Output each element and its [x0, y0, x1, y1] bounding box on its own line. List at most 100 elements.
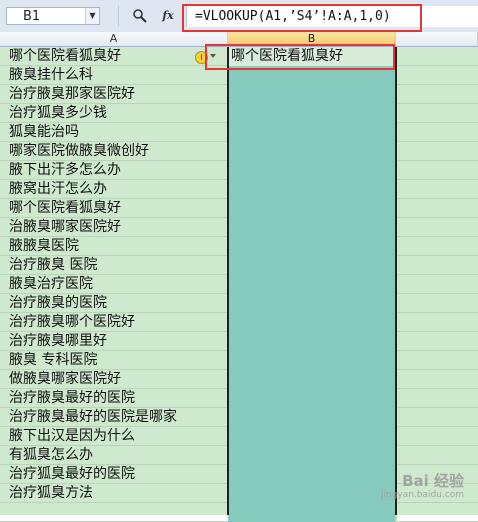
- cell-c[interactable]: [396, 503, 478, 522]
- cell-a[interactable]: 腋臭治疗医院: [0, 275, 228, 294]
- cell-b[interactable]: [228, 237, 396, 256]
- name-box-dropdown-icon[interactable]: ▼: [85, 8, 99, 24]
- cell-a[interactable]: 治腋臭哪家医院好: [0, 218, 228, 237]
- cell-a[interactable]: 治疗狐臭方法: [0, 484, 228, 503]
- cell-c[interactable]: [396, 199, 478, 218]
- cell-c[interactable]: [396, 104, 478, 123]
- cell-a[interactable]: [0, 503, 228, 522]
- formula-bar: B1 ▼ fx =VLOOKUP(A1,’S4’!A:A,1,0): [0, 0, 478, 33]
- cell-a[interactable]: 治疗腋臭最好的医院: [0, 389, 228, 408]
- cell-b[interactable]: [228, 351, 396, 370]
- cell-b[interactable]: [228, 427, 396, 446]
- cell-c[interactable]: [396, 256, 478, 275]
- cell-a[interactable]: 治疗腋臭 医院: [0, 256, 228, 275]
- cell-a[interactable]: 腋窝出汗怎么办: [0, 180, 228, 199]
- cell-a[interactable]: 治疗狐臭多少钱: [0, 104, 228, 123]
- cell-b[interactable]: [228, 66, 396, 85]
- cell-b[interactable]: [228, 256, 396, 275]
- cell-a[interactable]: 治疗腋臭的医院: [0, 294, 228, 313]
- cell-b[interactable]: [228, 408, 396, 427]
- cell-b[interactable]: [228, 85, 396, 104]
- cell-b[interactable]: [228, 161, 396, 180]
- cell-c[interactable]: [396, 237, 478, 256]
- cell-a[interactable]: 治疗腋臭哪个医院好: [0, 313, 228, 332]
- table-row: 治腋臭哪家医院好: [0, 218, 478, 237]
- worksheet-grid: 哪个医院看狐臭好 哪个医院看狐臭好 腋臭挂什么科 治疗腋臭那家医院好 治疗狐臭多少钱 狐臭…: [0, 47, 478, 522]
- cell-c[interactable]: [396, 332, 478, 351]
- insert-function-button[interactable]: fx: [160, 8, 176, 24]
- table-row: 哪个医院看狐臭好 哪个医院看狐臭好: [0, 47, 478, 66]
- name-box-value: B1: [23, 9, 41, 24]
- cell-c[interactable]: [396, 389, 478, 408]
- cell-c[interactable]: [396, 427, 478, 446]
- watermark: Bai 经验 jingyan.baidu.com: [381, 473, 464, 501]
- cell-b1-active[interactable]: 哪个医院看狐臭好: [228, 47, 396, 66]
- cell-b[interactable]: [228, 294, 396, 313]
- table-row: 腋腋臭医院: [0, 237, 478, 256]
- table-row: 治疗狐臭多少钱: [0, 104, 478, 123]
- cell-c[interactable]: [396, 446, 478, 465]
- table-row: 治疗腋臭哪里好: [0, 332, 478, 351]
- cell-b[interactable]: [228, 199, 396, 218]
- cell-b[interactable]: [228, 484, 396, 503]
- cell-b[interactable]: [228, 446, 396, 465]
- cell-a[interactable]: 哪个医院看狐臭好: [0, 199, 228, 218]
- column-header-c[interactable]: [396, 32, 478, 47]
- cell-a[interactable]: 做腋臭哪家医院好: [0, 370, 228, 389]
- cell-a[interactable]: 有狐臭怎么办: [0, 446, 228, 465]
- cell-a[interactable]: 治疗腋臭哪里好: [0, 332, 228, 351]
- cell-a[interactable]: 治疗腋臭最好的医院是哪家: [0, 408, 228, 427]
- formula-bar-divider: [118, 6, 119, 26]
- cell-a[interactable]: 腋腋臭医院: [0, 237, 228, 256]
- cell-c[interactable]: [396, 123, 478, 142]
- cell-c[interactable]: [396, 66, 478, 85]
- cell-c[interactable]: [396, 47, 478, 66]
- cell-a[interactable]: 腋下出汉是因为什么: [0, 427, 228, 446]
- cell-a[interactable]: 腋臭 专科医院: [0, 351, 228, 370]
- cell-a[interactable]: 腋臭挂什么科: [0, 66, 228, 85]
- cell-c[interactable]: [396, 180, 478, 199]
- cell-c[interactable]: [396, 370, 478, 389]
- cell-b[interactable]: [228, 123, 396, 142]
- cell-c[interactable]: [396, 161, 478, 180]
- cell-b[interactable]: [228, 332, 396, 351]
- name-box[interactable]: B1 ▼: [6, 7, 100, 25]
- cell-a[interactable]: 哪家医院做腋臭微创好: [0, 142, 228, 161]
- cell-c[interactable]: [396, 85, 478, 104]
- cell-c[interactable]: [396, 142, 478, 161]
- cell-b[interactable]: [228, 142, 396, 161]
- cell-c[interactable]: [396, 351, 478, 370]
- cell-b[interactable]: [228, 389, 396, 408]
- cell-c[interactable]: [396, 218, 478, 237]
- cell-c[interactable]: [396, 275, 478, 294]
- zoom-icon[interactable]: [132, 8, 148, 24]
- cell-b[interactable]: [228, 218, 396, 237]
- cell-c[interactable]: [396, 313, 478, 332]
- cell-a[interactable]: 哪个医院看狐臭好: [0, 47, 228, 66]
- error-indicator-icon: [195, 51, 208, 64]
- cell-b[interactable]: [228, 313, 396, 332]
- table-row: 狐臭能治吗: [0, 123, 478, 142]
- cell-a[interactable]: 腋下出汗多怎么办: [0, 161, 228, 180]
- smart-tag-icon[interactable]: [195, 51, 219, 64]
- column-header-b[interactable]: B: [228, 32, 396, 47]
- cell-b[interactable]: [228, 370, 396, 389]
- cell-b[interactable]: [228, 465, 396, 484]
- cell-c[interactable]: [396, 408, 478, 427]
- watermark-title: Bai 经验: [402, 472, 464, 490]
- table-row: 治疗腋臭 医院: [0, 256, 478, 275]
- cell-b[interactable]: [228, 503, 396, 522]
- cell-b[interactable]: [228, 275, 396, 294]
- cell-a[interactable]: 治疗狐臭最好的医院: [0, 465, 228, 484]
- formula-input[interactable]: =VLOOKUP(A1,’S4’!A:A,1,0): [186, 6, 478, 27]
- cell-b[interactable]: [228, 104, 396, 123]
- column-header-a[interactable]: A: [0, 32, 228, 47]
- cell-a[interactable]: 狐臭能治吗: [0, 123, 228, 142]
- cell-a[interactable]: 治疗腋臭那家医院好: [0, 85, 228, 104]
- table-row: 腋下出汗多怎么办: [0, 161, 478, 180]
- table-row: 有狐臭怎么办: [0, 446, 478, 465]
- table-row: 腋窝出汗怎么办: [0, 180, 478, 199]
- table-row: 治疗腋臭的医院: [0, 294, 478, 313]
- cell-c[interactable]: [396, 294, 478, 313]
- cell-b[interactable]: [228, 180, 396, 199]
